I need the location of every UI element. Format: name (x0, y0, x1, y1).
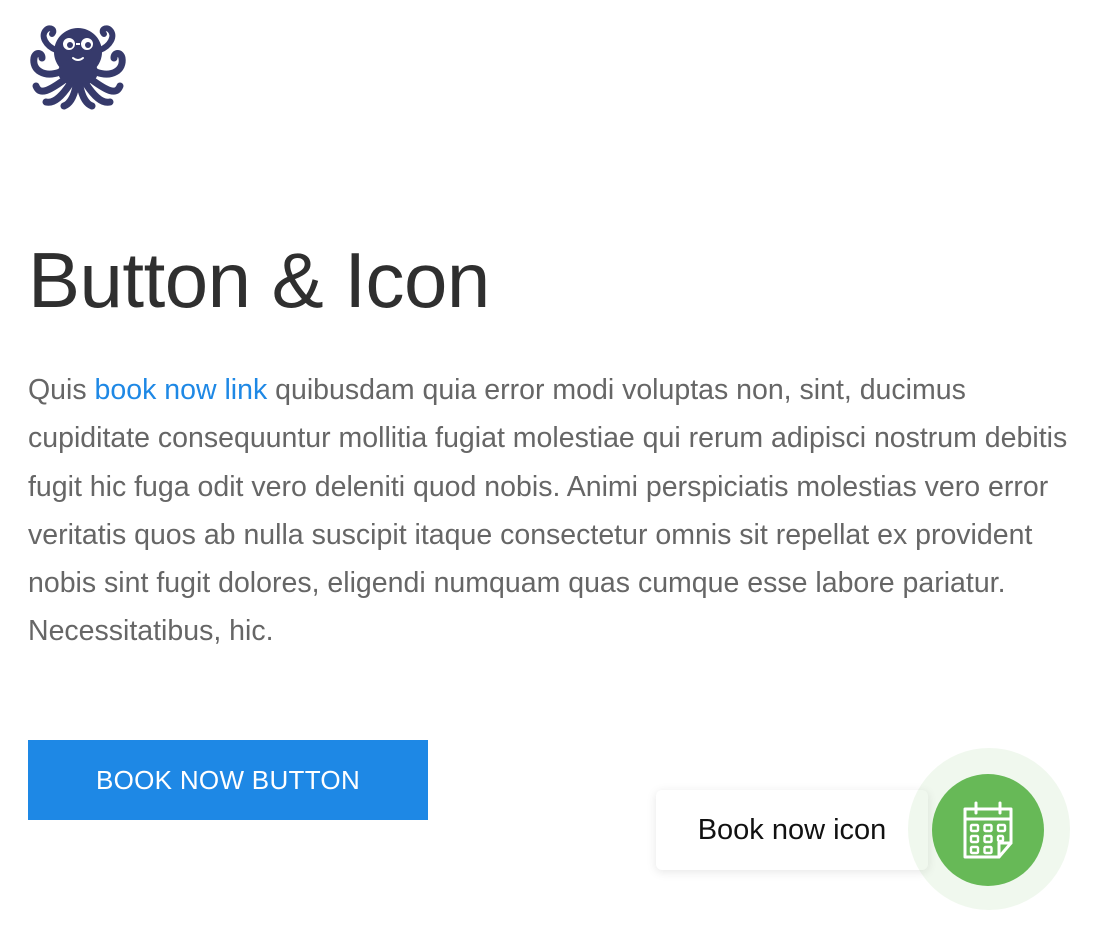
book-now-link[interactable]: book now link (95, 374, 268, 406)
book-now-button[interactable]: BOOK NOW BUTTON (28, 740, 428, 820)
page-title: Button & Icon (28, 236, 490, 324)
book-now-icon-button[interactable] (932, 774, 1044, 886)
book-now-icon-label[interactable]: Book now icon (656, 790, 928, 870)
calendar-icon (963, 801, 1013, 859)
paragraph-text-start: Quis (28, 374, 95, 406)
page: Button & Icon Quis book now link quibusd… (0, 0, 1094, 932)
body-paragraph: Quis book now link quibusdam quia error … (28, 366, 1068, 656)
octopus-logo-icon (26, 22, 130, 110)
book-now-widget: Book now icon (656, 748, 1070, 912)
paragraph-text-end: quibusdam quia error modi voluptas non, … (28, 374, 1068, 648)
